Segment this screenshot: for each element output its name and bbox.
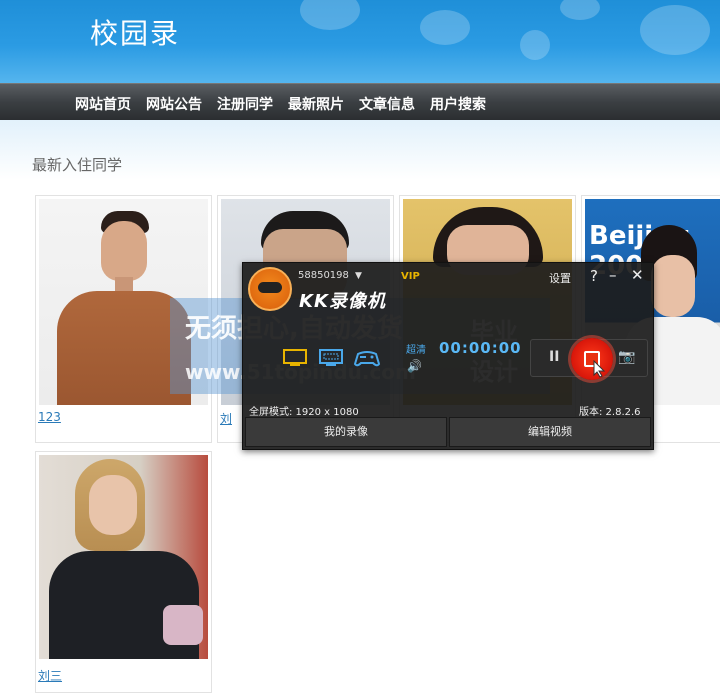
stop-recording-button[interactable] <box>571 338 613 380</box>
monitor-icon <box>283 349 307 366</box>
minimize-button[interactable]: – <box>609 266 617 284</box>
close-button[interactable]: ✕ <box>631 266 644 284</box>
recording-timer: 00:00:00 <box>439 339 522 357</box>
pause-button[interactable]: II <box>549 349 559 365</box>
user-dropdown-icon[interactable]: ▼ <box>355 271 362 281</box>
fullscreen-mode-button[interactable] <box>281 347 309 369</box>
nav-item-register[interactable]: 注册同学 <box>217 94 273 114</box>
mouse-cursor-icon <box>593 360 606 378</box>
edit-video-button[interactable]: 编辑视频 <box>449 417 651 447</box>
kk-recorder-window[interactable]: 58850198 ▼ VIP 设置 ? – ✕ KK录像机 超清 🔊 00:00… <box>242 262 654 450</box>
nav-item-announcements[interactable]: 网站公告 <box>146 94 202 114</box>
settings-button[interactable]: 设置 <box>549 270 571 286</box>
version-info: 版本: 2.8.2.6 <box>579 407 641 418</box>
main-nav: 网站首页 网站公告 注册同学 最新照片 文章信息 用户搜索 <box>0 83 720 120</box>
quality-selector[interactable]: 超清 <box>406 341 426 356</box>
student-name-link[interactable]: 刘三 <box>38 667 62 684</box>
nav-item-user-search[interactable]: 用户搜索 <box>430 94 486 114</box>
region-select-icon <box>319 349 343 366</box>
site-banner: 校园录 <box>0 0 720 83</box>
volume-icon[interactable]: 🔊 <box>407 359 422 373</box>
recorder-brand: KK录像机 <box>299 291 386 312</box>
help-button[interactable]: ? <box>590 267 598 285</box>
gamepad-icon <box>353 351 381 367</box>
student-photo[interactable] <box>39 455 208 659</box>
student-name-link[interactable]: 刘 <box>220 410 232 427</box>
section-title: 最新入住同学 <box>32 156 123 174</box>
nav-item-latest-photos[interactable]: 最新照片 <box>288 94 344 114</box>
vip-badge[interactable]: VIP <box>401 271 420 282</box>
game-mode-button[interactable] <box>353 347 381 369</box>
recorder-user-id[interactable]: 58850198 <box>298 270 349 281</box>
nav-item-articles[interactable]: 文章信息 <box>359 94 415 114</box>
screenshot-camera-icon[interactable]: 📷 <box>618 349 635 365</box>
student-card[interactable]: 刘三 <box>35 451 212 693</box>
my-videos-button[interactable]: 我的录像 <box>245 417 447 447</box>
site-title: 校园录 <box>90 17 181 50</box>
student-name-link[interactable]: 123 <box>38 410 61 424</box>
screen-mode-info: 全屏模式: 1920 x 1080 <box>249 407 359 418</box>
region-mode-button[interactable] <box>317 347 345 369</box>
kk-logo-icon <box>248 267 292 311</box>
nav-item-home[interactable]: 网站首页 <box>75 94 131 114</box>
